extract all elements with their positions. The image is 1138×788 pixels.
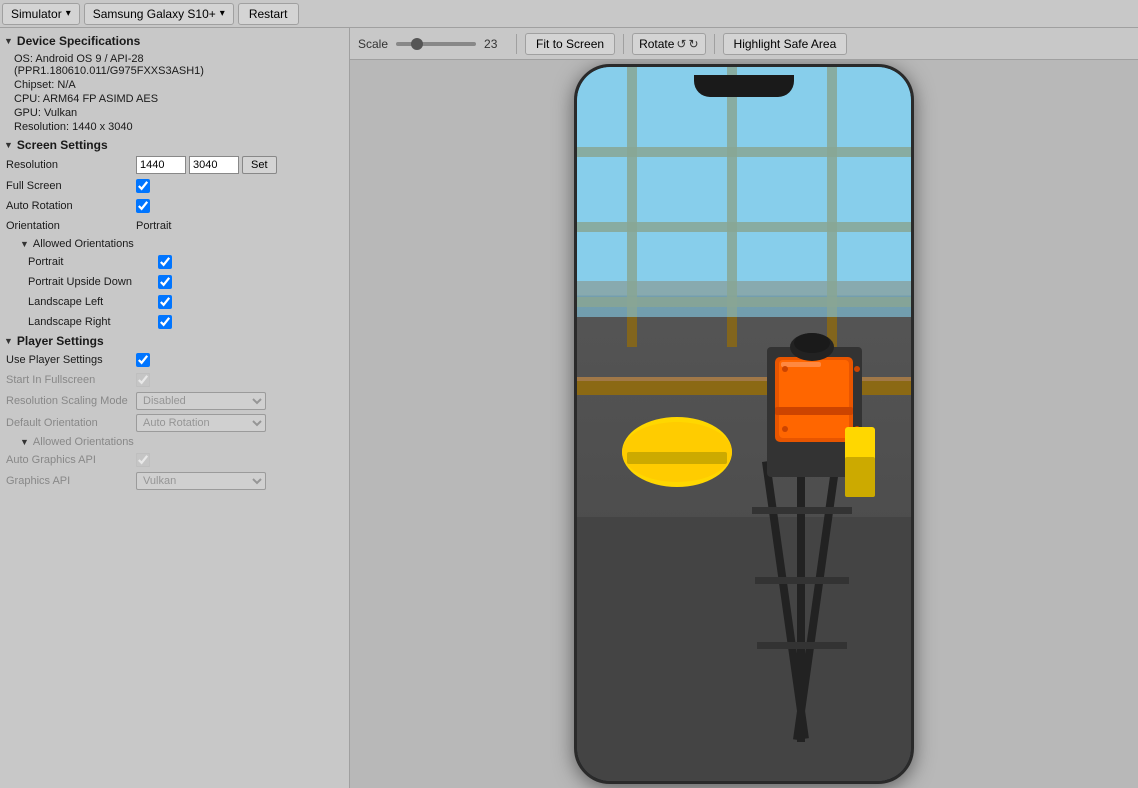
resolution-height-input[interactable] (189, 156, 239, 174)
toolbar-separator-2 (623, 34, 624, 54)
resolution-width-input[interactable] (136, 156, 186, 174)
scale-slider[interactable] (396, 42, 476, 46)
portrait-upside-down-label: Portrait Upside Down (28, 276, 158, 288)
portrait-label: Portrait (28, 256, 158, 268)
left-panel: Device Specifications OS: Android OS 9 /… (0, 28, 350, 788)
full-screen-label: Full Screen (6, 180, 136, 192)
spec-gpu: GPU: Vulkan (6, 106, 343, 120)
start-in-fullscreen-row: Start In Fullscreen (0, 370, 349, 390)
player-allowed-orientations-header[interactable]: Allowed Orientations (0, 434, 349, 450)
portrait-checkbox[interactable] (158, 255, 172, 269)
resolution-label: Resolution (6, 159, 136, 171)
screen-settings-header[interactable]: Screen Settings (0, 136, 349, 154)
phone-screen (577, 67, 911, 781)
use-player-settings-checkbox[interactable] (136, 353, 150, 367)
set-resolution-button[interactable]: Set (242, 156, 277, 174)
phone-notch (694, 75, 794, 97)
resolution-scaling-mode-select[interactable]: Disabled (136, 392, 266, 410)
auto-graphics-api-row: Auto Graphics API (0, 450, 349, 470)
landscape-right-label: Landscape Right (28, 316, 158, 328)
landscape-left-label: Landscape Left (28, 296, 158, 308)
portrait-row: Portrait (0, 252, 349, 272)
device-specs-header[interactable]: Device Specifications (0, 32, 349, 50)
resolution-scaling-mode-row: Resolution Scaling Mode Disabled (0, 390, 349, 412)
use-player-settings-label: Use Player Settings (6, 354, 136, 366)
graphics-api-label: Graphics API (6, 475, 136, 487)
use-player-settings-row: Use Player Settings (0, 350, 349, 370)
portrait-upside-down-row: Portrait Upside Down (0, 272, 349, 292)
default-orientation-row: Default Orientation Auto Rotation (0, 412, 349, 434)
game-scene (577, 67, 911, 781)
scale-label: Scale (358, 37, 388, 51)
resolution-row: Resolution Set (0, 154, 349, 176)
toolbar-separator-1 (516, 34, 517, 54)
phone-frame (574, 64, 914, 784)
landscape-right-checkbox[interactable] (158, 315, 172, 329)
top-bar: Simulator Samsung Galaxy S10+ Restart (0, 0, 1138, 28)
spec-cpu: CPU: ARM64 FP ASIMD AES (6, 92, 343, 106)
full-screen-checkbox[interactable] (136, 179, 150, 193)
auto-graphics-api-checkbox[interactable] (136, 453, 150, 467)
rotate-label: Rotate (639, 37, 674, 51)
start-in-fullscreen-label: Start In Fullscreen (6, 374, 136, 386)
landscape-left-row: Landscape Left (0, 292, 349, 312)
graphics-api-row: Graphics API Vulkan (0, 470, 349, 492)
preview-toolbar: Scale 23 Fit to Screen Rotate ↺ ↻ Highli… (350, 28, 1138, 60)
orientation-value: Portrait (136, 220, 171, 232)
auto-rotation-checkbox[interactable] (136, 199, 150, 213)
spec-resolution: Resolution: 1440 x 3040 (6, 120, 343, 134)
preview-area (350, 60, 1138, 788)
highlight-safe-area-button[interactable]: Highlight Safe Area (723, 33, 848, 55)
toolbar-separator-3 (714, 34, 715, 54)
scene-svg (577, 67, 911, 781)
auto-graphics-api-label: Auto Graphics API (6, 454, 136, 466)
start-in-fullscreen-checkbox[interactable] (136, 373, 150, 387)
default-orientation-select[interactable]: Auto Rotation (136, 414, 266, 432)
landscape-left-checkbox[interactable] (158, 295, 172, 309)
rotate-button[interactable]: Rotate ↺ ↻ (632, 33, 705, 55)
device-dropdown[interactable]: Samsung Galaxy S10+ (84, 3, 234, 25)
landscape-right-row: Landscape Right (0, 312, 349, 332)
player-settings-header[interactable]: Player Settings (0, 332, 349, 350)
full-screen-row: Full Screen (0, 176, 349, 196)
orientation-row: Orientation Portrait (0, 216, 349, 236)
main-layout: Device Specifications OS: Android OS 9 /… (0, 28, 1138, 788)
portrait-upside-down-checkbox[interactable] (158, 275, 172, 289)
rotate-right-icon: ↻ (688, 37, 698, 51)
default-orientation-label: Default Orientation (6, 417, 136, 429)
rotate-left-icon: ↺ (676, 37, 686, 51)
scale-value: 23 (484, 37, 508, 51)
device-specs-content: OS: Android OS 9 / API-28 (PPR1.180610.0… (0, 50, 349, 136)
restart-button[interactable]: Restart (238, 3, 299, 25)
right-panel: Scale 23 Fit to Screen Rotate ↺ ↻ Highli… (350, 28, 1138, 788)
simulator-dropdown[interactable]: Simulator (2, 3, 80, 25)
graphics-api-select[interactable]: Vulkan (136, 472, 266, 490)
resolution-scaling-mode-label: Resolution Scaling Mode (6, 395, 136, 407)
orientation-label: Orientation (6, 220, 136, 232)
spec-os: OS: Android OS 9 / API-28 (PPR1.180610.0… (6, 52, 343, 78)
allowed-orientations-header[interactable]: Allowed Orientations (0, 236, 349, 252)
fit-to-screen-button[interactable]: Fit to Screen (525, 33, 615, 55)
auto-rotation-label: Auto Rotation (6, 200, 136, 212)
auto-rotation-row: Auto Rotation (0, 196, 349, 216)
simulator-label: Simulator (11, 7, 62, 21)
spec-chipset: Chipset: N/A (6, 78, 343, 92)
device-label: Samsung Galaxy S10+ (93, 7, 216, 21)
